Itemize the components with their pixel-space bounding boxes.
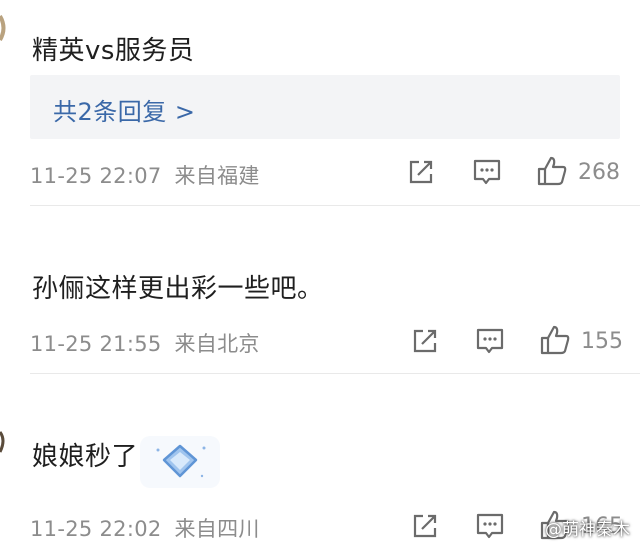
comment-icon [473, 159, 501, 185]
location: 来自福建 [174, 164, 260, 188]
timestamp: 11-25 21:55 [30, 332, 162, 356]
share-icon [413, 514, 437, 538]
comment-button[interactable] [472, 158, 502, 188]
comment-button[interactable] [475, 512, 505, 542]
diamond-sticker-icon [140, 436, 220, 492]
thumbs-up-icon [540, 325, 570, 355]
comment-item: 精英vs服务员 共2条回复 > 11-25 22:07 来自福建 268 [0, 0, 640, 205]
comment-icon [476, 513, 504, 539]
share-button[interactable] [411, 327, 439, 355]
replies-label: 共2条回复 > [53, 98, 196, 126]
like-button[interactable] [536, 155, 568, 187]
share-button[interactable] [411, 512, 439, 540]
watermark: @萌神秦木 [545, 520, 630, 540]
location: 来自北京 [174, 332, 260, 356]
comment-icon [476, 328, 504, 354]
like-count: 268 [578, 160, 620, 185]
thumbs-up-icon [537, 156, 567, 186]
like-count: 155 [581, 329, 623, 354]
timestamp: 11-25 22:02 [30, 517, 162, 541]
like-button[interactable] [539, 324, 571, 356]
comment-item: 孙俪这样更出彩一些吧。 11-25 21:55 来自北京 155 [0, 206, 640, 373]
timestamp: 11-25 22:07 [30, 164, 162, 188]
location: 来自四川 [174, 517, 260, 541]
share-button[interactable] [407, 158, 435, 186]
comment-text: 精英vs服务员 [32, 36, 195, 66]
share-icon [409, 160, 433, 184]
comment-text: 孙俪这样更出彩一些吧。 [32, 274, 324, 304]
comment-item: 娘娘秒了 11-25 22:02 来自四川 165 [0, 374, 640, 550]
comment-meta: 11-25 22:07 来自福建 [30, 160, 260, 190]
view-replies-button[interactable]: 共2条回复 > [30, 75, 620, 139]
comment-meta: 11-25 21:55 来自北京 [30, 328, 260, 358]
comment-text: 娘娘秒了 [32, 442, 139, 472]
comment-meta: 11-25 22:02 来自四川 [30, 513, 260, 543]
share-icon [413, 329, 437, 353]
comment-button[interactable] [475, 327, 505, 357]
